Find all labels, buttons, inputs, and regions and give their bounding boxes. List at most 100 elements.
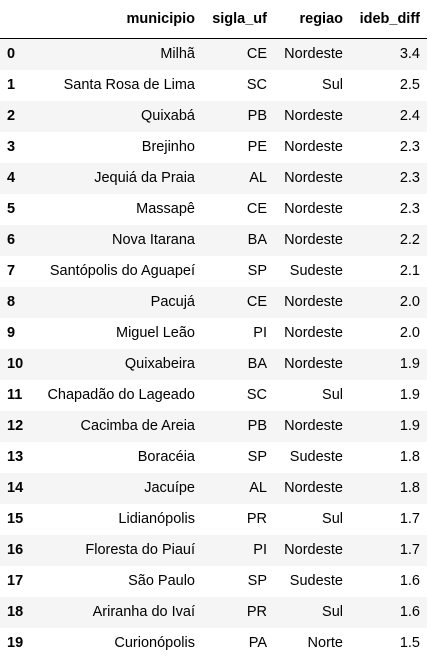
row-index: 10 xyxy=(7,356,24,372)
cell-sigla-uf: CE xyxy=(246,201,267,217)
cell-sigla-uf: AL xyxy=(249,480,267,496)
cell-ideb-diff: 2.3 xyxy=(399,170,420,186)
cell-ideb-diff: 1.6 xyxy=(399,573,420,589)
row-index: 6 xyxy=(7,232,16,248)
cell-sigla-uf: PA xyxy=(248,635,267,651)
table-row: 13 Boracéia SP Sudeste 1.8 xyxy=(0,441,427,473)
cell-municipio: Ariranha do Ivaí xyxy=(92,604,195,620)
cell-regiao: Sul xyxy=(322,387,343,403)
dataframe-table: municipio sigla_uf regiao ideb_diff 0 Mil… xyxy=(0,0,427,659)
index-header xyxy=(0,0,36,39)
row-index: 11 xyxy=(7,387,23,403)
dataframe-output: municipio sigla_uf regiao ideb_diff 0 Mil… xyxy=(0,0,430,659)
row-index: 17 xyxy=(7,573,24,589)
header-row: municipio sigla_uf regiao ideb_diff xyxy=(0,0,427,39)
cell-ideb-diff: 1.7 xyxy=(399,542,420,558)
cell-sigla-uf: BA xyxy=(247,356,267,372)
cell-ideb-diff: 2.3 xyxy=(399,201,420,217)
table-body: 0 Milhã CE Nordeste 3.4 1 Santa Rosa de Lima SC… xyxy=(0,38,427,659)
table-row: 5 Massapê CE Nordeste 2.3 xyxy=(0,193,427,225)
cell-ideb-diff: 2.3 xyxy=(399,139,420,155)
cell-regiao: Sul xyxy=(322,77,343,93)
table-row: 15 Lidianópolis PR Sul 1.7 xyxy=(0,503,427,535)
cell-regiao: Nordeste xyxy=(284,542,343,558)
cell-municipio: Quixabeira xyxy=(124,356,195,372)
cell-ideb-diff: 1.9 xyxy=(399,387,420,403)
cell-sigla-uf: SP xyxy=(247,573,267,589)
row-index: 13 xyxy=(7,449,24,465)
cell-sigla-uf: PB xyxy=(247,418,267,434)
cell-regiao: Nordeste xyxy=(284,356,343,372)
cell-sigla-uf: PE xyxy=(247,139,267,155)
cell-ideb-diff: 1.6 xyxy=(399,604,420,620)
column-header-sigla-uf: sigla_uf xyxy=(202,0,274,39)
row-index: 5 xyxy=(7,201,16,217)
row-index: 4 xyxy=(7,170,16,186)
table-row: 3 Brejinho PE Nordeste 2.3 xyxy=(0,131,427,163)
cell-ideb-diff: 1.8 xyxy=(399,449,420,465)
row-index: 15 xyxy=(7,511,24,527)
column-header-ideb-diff: ideb_diff xyxy=(350,0,427,39)
cell-regiao: Nordeste xyxy=(284,108,343,124)
cell-sigla-uf: CE xyxy=(246,294,267,310)
cell-sigla-uf: SP xyxy=(247,263,267,279)
cell-municipio: Lidianópolis xyxy=(118,511,195,527)
table-row: 11 Chapadão do Lageado SC Sul 1.9 xyxy=(0,379,427,411)
table-row: 9 Miguel Leão PI Nordeste 2.0 xyxy=(0,317,427,349)
table-row: 4 Jequiá da Praia AL Nordeste 2.3 xyxy=(0,162,427,194)
column-header-regiao: regiao xyxy=(274,0,350,39)
cell-ideb-diff: 1.9 xyxy=(399,418,420,434)
cell-regiao: Sul xyxy=(322,511,343,527)
cell-ideb-diff: 3.4 xyxy=(399,46,420,63)
cell-sigla-uf: PB xyxy=(247,108,267,124)
table-row: 2 Quixabá PB Nordeste 2.4 xyxy=(0,100,427,132)
table-row: 1 Santa Rosa de Lima SC Sul 2.5 xyxy=(0,69,427,101)
cell-municipio: Boracéia xyxy=(137,449,195,465)
table-row: 6 Nova Itarana BA Nordeste 2.2 xyxy=(0,224,427,256)
row-index: 9 xyxy=(7,325,16,341)
cell-municipio: Jequiá da Praia xyxy=(94,170,195,186)
cell-ideb-diff: 2.1 xyxy=(399,263,420,279)
table-row: 16 Floresta do Piauí PI Nordeste 1.7 xyxy=(0,534,427,566)
cell-sigla-uf: SP xyxy=(247,449,267,465)
cell-regiao: Nordeste xyxy=(284,139,343,155)
table-row: 14 Jacuípe AL Nordeste 1.8 xyxy=(0,472,427,504)
table-header: municipio sigla_uf regiao ideb_diff xyxy=(0,0,427,39)
cell-municipio: Curionópolis xyxy=(114,635,195,651)
row-index: 0 xyxy=(7,46,16,63)
cell-ideb-diff: 1.9 xyxy=(399,356,420,372)
table-row: 17 São Paulo SP Sudeste 1.6 xyxy=(0,565,427,597)
table-row: 19 Curionópolis PA Norte 1.5 xyxy=(0,627,427,659)
cell-regiao: Nordeste xyxy=(284,294,343,310)
cell-ideb-diff: 2.0 xyxy=(399,325,420,341)
table-row: 8 Pacujá CE Nordeste 2.0 xyxy=(0,286,427,318)
cell-municipio: Santópolis do Aguapeí xyxy=(49,263,195,279)
column-header-municipio: municipio xyxy=(36,0,202,39)
row-index: 19 xyxy=(7,635,24,651)
cell-municipio: Milhã xyxy=(160,46,195,63)
cell-sigla-uf: CE xyxy=(246,46,267,63)
cell-municipio: Massapê xyxy=(136,201,195,217)
cell-regiao: Sul xyxy=(322,604,343,620)
row-index: 3 xyxy=(7,139,16,155)
cell-regiao: Nordeste xyxy=(284,418,343,434)
cell-sigla-uf: SC xyxy=(246,387,267,403)
row-index: 8 xyxy=(7,294,16,310)
cell-regiao: Nordeste xyxy=(284,170,343,186)
cell-regiao: Sudeste xyxy=(289,263,343,279)
cell-ideb-diff: 1.8 xyxy=(399,480,420,496)
cell-sigla-uf: SC xyxy=(246,77,267,93)
cell-regiao: Nordeste xyxy=(284,480,343,496)
cell-regiao: Nordeste xyxy=(284,46,343,63)
table-row: 18 Ariranha do Ivaí PR Sul 1.6 xyxy=(0,596,427,628)
row-index: 18 xyxy=(7,604,24,620)
cell-regiao: Norte xyxy=(307,635,343,651)
cell-municipio: Brejinho xyxy=(141,139,195,155)
row-index: 12 xyxy=(7,418,24,434)
cell-municipio: Nova Itarana xyxy=(111,232,195,248)
cell-sigla-uf: PR xyxy=(246,604,267,620)
cell-ideb-diff: 1.7 xyxy=(399,511,420,527)
cell-sigla-uf: BA xyxy=(247,232,267,248)
cell-municipio: Jacuípe xyxy=(144,480,195,496)
cell-ideb-diff: 1.5 xyxy=(399,635,420,651)
